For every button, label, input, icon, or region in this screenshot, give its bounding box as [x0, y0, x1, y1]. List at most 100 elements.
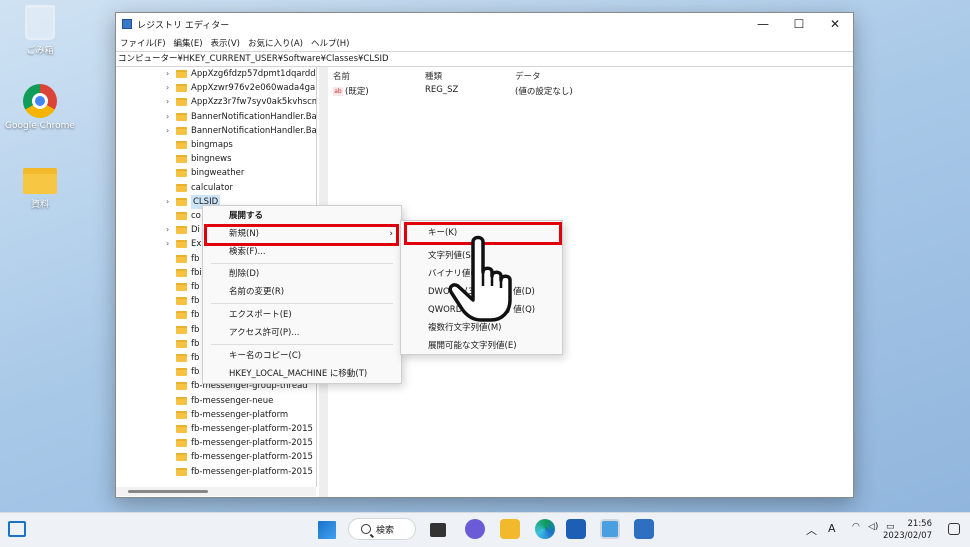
tree-node[interactable]: bingweather [166, 166, 244, 180]
minimize-button[interactable]: — [745, 13, 781, 35]
menu-item-goto-hklm[interactable]: HKEY_LOCAL_MACHINE に移動(T) [203, 365, 401, 383]
tree-node[interactable]: › AppXzg6fdzp57dpmt1dqardd [166, 67, 316, 81]
folder-icon [176, 226, 187, 235]
file-explorer-icon[interactable] [500, 519, 520, 539]
address-bar[interactable]: コンピューター¥HKEY_CURRENT_USER¥Software¥Class… [116, 51, 853, 67]
notification-icon[interactable] [948, 523, 960, 535]
taskbar: 検索 ︿ A ◠ ◁) ▭ 21:56 2023/02/07 [0, 512, 970, 547]
search-icon [361, 524, 371, 534]
maximize-button[interactable]: ☐ [781, 13, 817, 35]
tree-node[interactable]: › BannerNotificationHandler.Ban [166, 124, 316, 138]
tree-node[interactable]: fb [166, 351, 199, 365]
tree-node[interactable]: fb-messenger-platform-2015 [166, 450, 313, 464]
taskbar-clock[interactable]: 21:56 2023/02/07 [883, 518, 932, 542]
tree-node[interactable]: › Di [166, 223, 200, 237]
tree-node[interactable]: calculator [166, 181, 233, 195]
folder-icon [176, 197, 187, 206]
chevron-right-icon[interactable]: › [166, 95, 176, 109]
close-button[interactable]: ✕ [817, 13, 853, 35]
folder-icon [176, 368, 187, 377]
tree-node[interactable]: › AppXzz3r7fw7syv0ak5kvhscm [166, 95, 316, 109]
tree-node-label: bingweather [191, 168, 245, 179]
menu-item-rename[interactable]: 名前の変更(R) [203, 283, 401, 301]
folder-icon [176, 325, 187, 334]
menu-item-delete[interactable]: 削除(D) [203, 265, 401, 283]
scrollbar-thumb[interactable] [128, 490, 208, 493]
chevron-right-icon[interactable]: › [166, 195, 176, 209]
clock-time: 21:56 [907, 519, 933, 529]
tree-node[interactable]: fb-messenger-platform [166, 408, 288, 422]
tree-node[interactable]: fb-messenger-platform-2015 [166, 465, 313, 479]
chevron-right-icon[interactable]: › [166, 223, 176, 237]
menu-item-expand[interactable]: 展開する [203, 207, 401, 225]
tree-node[interactable]: › BannerNotificationHandler.Ban [166, 110, 316, 124]
tree-horizontal-scrollbar[interactable] [116, 487, 316, 496]
value-row-name[interactable]: ab (既定) [333, 85, 369, 97]
tree-node[interactable]: › AppXzwr976v2e060wada4gal [166, 81, 317, 95]
registry-editor-taskbar-icon[interactable] [634, 519, 654, 539]
chevron-right-icon[interactable]: › [166, 237, 176, 251]
menu-item-permissions[interactable]: アクセス許可(P)... [203, 324, 401, 342]
chevron-right-icon[interactable]: › [166, 81, 176, 95]
chrome-shortcut[interactable]: Google Chrome [5, 84, 75, 131]
edge-icon[interactable] [535, 519, 555, 539]
tree-node[interactable]: fb-messenger-neue [166, 394, 273, 408]
tree-node[interactable]: fb [166, 365, 199, 379]
tree-node[interactable]: bingmaps [166, 138, 233, 152]
tree-node-label: fb [191, 296, 200, 307]
title-bar[interactable]: レジストリ エディター — ☐ ✕ [116, 13, 853, 35]
tree-node-label: fb [191, 324, 200, 335]
menu-view[interactable]: 表示(V) [211, 37, 240, 49]
tree-node[interactable]: fbi [166, 266, 202, 280]
menu-file[interactable]: ファイル(F) [120, 37, 166, 49]
folder-shortcut[interactable]: 資料 [5, 168, 75, 210]
tree-node[interactable]: bingnews [166, 152, 232, 166]
folder-icon [176, 410, 187, 419]
speaker-icon[interactable]: ◁) [868, 522, 878, 532]
menu-item-export[interactable]: エクスポート(E) [203, 306, 401, 324]
column-header-name[interactable]: 名前 [333, 70, 350, 82]
folder-icon [176, 155, 187, 164]
tree-node[interactable]: fb [166, 280, 199, 294]
recycle-bin-shortcut[interactable]: ごみ箱 [5, 5, 75, 56]
menu-edit[interactable]: 編集(E) [174, 37, 203, 49]
menu-bar: ファイル(F) 編集(E) 表示(V) お気に入り(A) ヘルプ(H) [116, 35, 853, 51]
column-header-data[interactable]: データ [515, 70, 541, 82]
folder-icon [176, 240, 187, 249]
control-panel-icon[interactable] [600, 519, 620, 539]
chevron-up-icon[interactable]: ︿ [806, 522, 817, 538]
folder-label: 資料 [30, 200, 49, 210]
chevron-right-icon[interactable]: › [166, 110, 176, 124]
chevron-right-icon[interactable]: › [166, 124, 176, 138]
menu-help[interactable]: ヘルプ(H) [311, 37, 350, 49]
taskbar-search[interactable]: 検索 [348, 518, 416, 540]
wifi-icon[interactable]: ◠ [852, 522, 860, 532]
tree-node[interactable]: fb-messenger-platform-2015 [166, 422, 313, 436]
chevron-right-icon[interactable]: › [166, 67, 176, 81]
tree-node[interactable]: fb [166, 294, 199, 308]
tree-node[interactable]: co [166, 209, 201, 223]
tree-node-label: AppXzwr976v2e060wada4gal [191, 83, 317, 94]
tree-node[interactable]: fb-messenger-platform-2015 [166, 436, 313, 450]
ime-indicator[interactable]: A [828, 522, 836, 535]
column-header-type[interactable]: 種類 [425, 70, 442, 82]
menu-item-copy-key-name[interactable]: キー名のコピー(C) [203, 347, 401, 365]
tree-node[interactable]: fb [166, 323, 199, 337]
submenu-item-expandable-string[interactable]: 展開可能な文字列値(E) [401, 337, 562, 355]
chat-icon[interactable] [465, 519, 485, 539]
tree-node[interactable]: fb [166, 308, 199, 322]
store-icon[interactable] [566, 519, 586, 539]
tree-node[interactable]: › Ex [166, 237, 201, 251]
clock-date: 2023/02/07 [883, 531, 932, 541]
start-button-icon[interactable] [318, 521, 336, 539]
widgets-icon[interactable] [8, 521, 26, 537]
folder-icon [176, 339, 187, 348]
tree-node[interactable]: fb [166, 252, 199, 266]
folder-icon [176, 453, 187, 462]
tree-node[interactable]: fb [166, 337, 199, 351]
folder-icon [176, 183, 187, 192]
task-view-icon[interactable] [430, 523, 446, 537]
tree-node-label: AppXzg6fdzp57dpmt1dqardd [191, 69, 316, 79]
menu-favorites[interactable]: お気に入り(A) [248, 37, 303, 49]
folder-icon [176, 268, 187, 277]
